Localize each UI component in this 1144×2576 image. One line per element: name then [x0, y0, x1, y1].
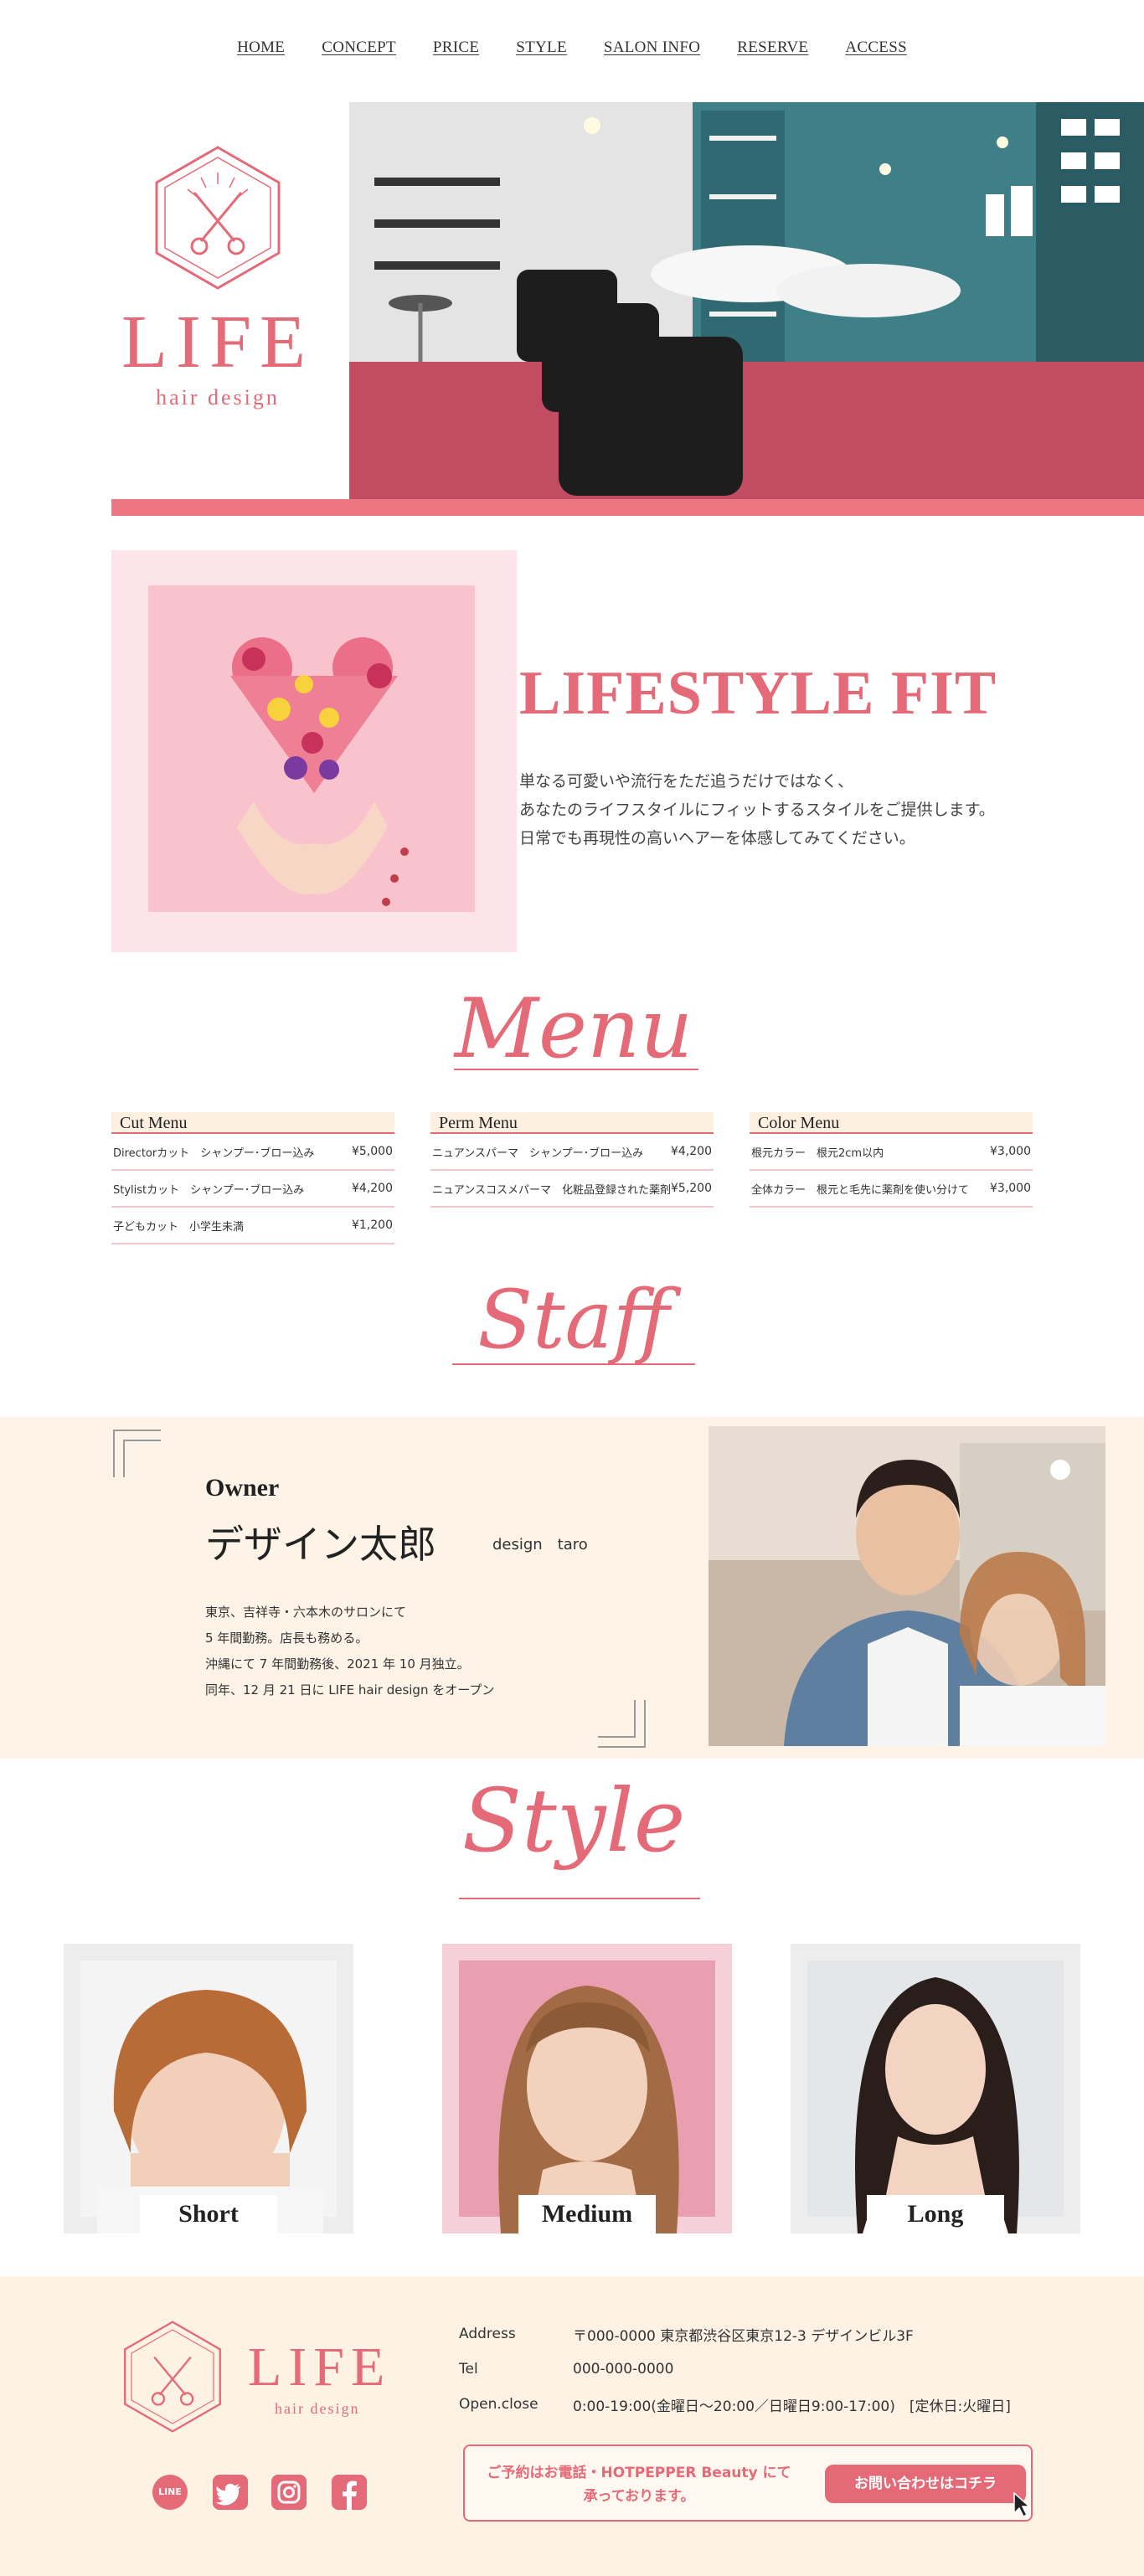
menu-item-price: ¥5,000: [352, 1145, 393, 1158]
menu-item-price: ¥4,200: [671, 1145, 712, 1158]
menu-row: 子どもカット 小学生未満 ¥1,200: [111, 1208, 394, 1244]
address-value: 〒000-0000 東京都渋谷区東京12-3 デザインビル3F: [573, 2327, 914, 2345]
menu-row: 全体カラー 根元と毛先に薬剤を使い分けて ¥3,000: [750, 1171, 1033, 1208]
staff-name-jp: デザイン太郎: [205, 1522, 436, 1567]
global-nav: HOME CONCEPT PRICE STYLE SALON INFO RESE…: [0, 39, 1144, 64]
reservation-text: ご予約はお電話・HOTPEPPER Beauty にて 承っております。: [465, 2461, 813, 2508]
menu-row: 根元カラー 根元2cm以内 ¥3,000: [750, 1134, 1033, 1171]
staff-photo: [709, 1426, 1105, 1746]
concept-line: あなたのライフスタイルにフィットするスタイルをご提供します。: [519, 801, 995, 819]
info-row-address: Address 〒000-0000 東京都渋谷区東京12-3 デザインビル3F: [459, 2316, 1112, 2352]
contact-button[interactable]: お問い合わせはコチラ: [825, 2465, 1026, 2503]
reservation-line: 承っております。: [583, 2488, 695, 2505]
staff-bio-line: 同年、12 月 21 日に LIFE hair design をオープン: [205, 1682, 495, 1698]
menu-section-title: Menu: [454, 981, 693, 1077]
tel-label: Tel: [459, 2361, 478, 2378]
address-label: Address: [459, 2326, 516, 2342]
concept-description: 単なる可愛いや流行をただ追うだけではなく、 あなたのライフスタイルにフィットする…: [519, 767, 995, 853]
menu-item-price: ¥5,200: [671, 1182, 712, 1195]
scissors-hexagon-icon: [124, 2321, 221, 2433]
staff-bio-line: 東京、吉祥寺・六本木のサロンにて: [205, 1605, 407, 1620]
menu-item-name: Directorカット シャンプー･ブロー込み: [113, 1146, 315, 1160]
staff-bio: 東京、吉祥寺・六本木のサロンにて 5 年間勤務。店長も務める。 沖縄にて 7 年…: [205, 1600, 494, 1703]
concept-line: 単なる可愛いや流行をただ追うだけではなく、: [519, 772, 854, 791]
color-menu-heading: Color Menu: [750, 1112, 1033, 1134]
nav-home[interactable]: HOME: [237, 39, 285, 64]
style-label-short: Short: [140, 2195, 277, 2233]
brand-tagline: hair design: [156, 385, 280, 410]
footer-brand-tagline: hair design: [275, 2400, 360, 2417]
nav-access[interactable]: ACCESS: [845, 39, 907, 64]
menu-item-price: ¥3,000: [990, 1145, 1031, 1158]
concept-line: 日常でも再現性の高いヘアーを体感してみてください。: [519, 829, 915, 848]
heart-bouquet-photo: [111, 550, 517, 952]
style-title-underline: [459, 1898, 700, 1899]
menu-row: Directorカット シャンプー･ブロー込み ¥5,000: [111, 1134, 394, 1171]
line-icon-label: LINE: [158, 2486, 182, 2497]
hero-logo[interactable]: LIFE hair design: [109, 142, 327, 427]
twitter-icon[interactable]: [213, 2475, 248, 2510]
footer-logo[interactable]: LIFE hair design: [114, 2315, 399, 2440]
menu-item-name: 根元カラー 根元2cm以内: [751, 1146, 884, 1160]
line-icon[interactable]: LINE: [152, 2475, 188, 2510]
hours-label: Open.close: [459, 2396, 539, 2413]
style-label-medium: Medium: [518, 2195, 656, 2233]
menu-item-name: ニュアンスパーマ シャンプー･ブロー込み: [432, 1146, 644, 1160]
color-menu-table: Color Menu 根元カラー 根元2cm以内 ¥3,000 全体カラー 根元と…: [750, 1112, 1033, 1208]
nav-concept[interactable]: CONCEPT: [322, 39, 396, 64]
perm-menu-heading: Perm Menu: [430, 1112, 714, 1134]
style-label-long: Long: [867, 2195, 1004, 2233]
scissors-hexagon-icon: [155, 146, 281, 290]
staff-section-title: Staff: [477, 1273, 670, 1367]
menu-item-price: ¥3,000: [990, 1182, 1031, 1195]
style-card-medium[interactable]: Medium: [442, 1944, 732, 2233]
staff-title-underline: [452, 1363, 695, 1365]
brand-name: LIFE: [121, 301, 314, 384]
hero-accent-bar: [111, 499, 1144, 516]
menu-title-underline: [454, 1069, 698, 1070]
menu-row: ニュアンスコスメパーマ 化粧品登録された薬剤 ¥5,200: [430, 1171, 714, 1208]
cut-menu-heading: Cut Menu: [111, 1112, 394, 1134]
hero-salon-photo: [349, 102, 1144, 499]
perm-menu-table: Perm Menu ニュアンスパーマ シャンプー･ブロー込み ¥4,200 ニュア…: [430, 1112, 714, 1208]
staff-bio-line: 5 年間勤務。店長も務める。: [205, 1631, 368, 1646]
menu-row: Stylistカット シャンプー･ブロー込み ¥4,200: [111, 1171, 394, 1208]
reservation-box: ご予約はお電話・HOTPEPPER Beauty にて 承っております。 お問い…: [463, 2445, 1033, 2522]
staff-name-en: design taro: [492, 1536, 588, 1553]
menu-item-name: Stylistカット シャンプー･ブロー込み: [113, 1183, 305, 1197]
concept-title: LIFESTYLE FIT: [519, 659, 997, 728]
tel-value: 000-000-0000: [573, 2361, 674, 2378]
cut-menu-table: Cut Menu Directorカット シャンプー･ブロー込み ¥5,000 S…: [111, 1112, 394, 1244]
reservation-line: ご予約はお電話・HOTPEPPER Beauty にて: [487, 2465, 791, 2481]
salon-info: Address 〒000-0000 東京都渋谷区東京12-3 デザインビル3F …: [459, 2316, 1112, 2422]
menu-item-name: ニュアンスコスメパーマ 化粧品登録された薬剤: [432, 1183, 671, 1197]
staff-bio-line: 沖縄にて 7 年間勤務後、2021 年 10 月独立。: [205, 1656, 470, 1672]
cursor-pointer-icon: [1013, 2491, 1031, 2518]
nav-style[interactable]: STYLE: [516, 39, 567, 64]
menu-row: ニュアンスパーマ シャンプー･ブロー込み ¥4,200: [430, 1134, 714, 1171]
hours-value: 0:00-19:00(金曜日〜20:00／日曜日9:00-17:00) [定休日…: [573, 2398, 1011, 2415]
style-card-long[interactable]: Long: [791, 1944, 1080, 2233]
info-row-tel: Tel 000-000-0000: [459, 2352, 1112, 2387]
corner-bracket-icon: [113, 1430, 161, 1477]
corner-bracket-icon: [598, 1700, 646, 1748]
nav-price[interactable]: PRICE: [433, 39, 479, 64]
style-card-short[interactable]: Short: [64, 1944, 353, 2233]
info-row-hours: Open.close 0:00-19:00(金曜日〜20:00／日曜日9:00-…: [459, 2387, 1112, 2422]
menu-item-name: 子どもカット 小学生未満: [113, 1220, 245, 1234]
menu-item-price: ¥1,200: [352, 1218, 393, 1232]
style-section-title: Style: [461, 1770, 686, 1872]
staff-role: Owner: [205, 1474, 280, 1502]
menu-item-price: ¥4,200: [352, 1182, 393, 1195]
nav-salon-info[interactable]: SALON INFO: [604, 39, 700, 64]
nav-reserve[interactable]: RESERVE: [737, 39, 808, 64]
footer-brand-name: LIFE: [248, 2336, 392, 2398]
instagram-icon[interactable]: [271, 2475, 307, 2510]
menu-item-name: 全体カラー 根元と毛先に薬剤を使い分けて: [751, 1183, 970, 1197]
facebook-icon[interactable]: [332, 2475, 367, 2510]
